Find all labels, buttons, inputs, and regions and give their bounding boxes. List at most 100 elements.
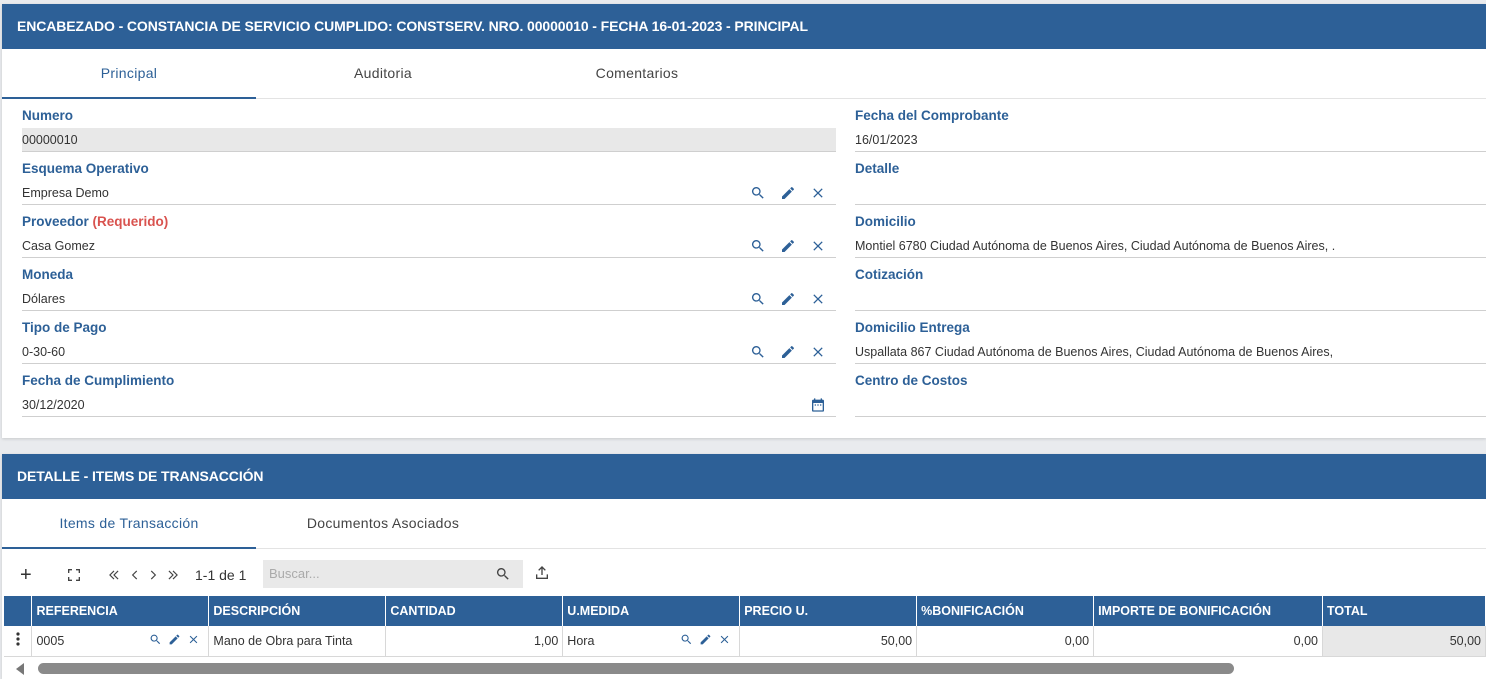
tipo-pago-value: 0-30-60 (22, 345, 66, 359)
domicilio-entrega-value: Uspallata 867 Ciudad Autónoma de Buenos … (855, 340, 1486, 364)
row-menu-icon[interactable] (4, 626, 33, 657)
moneda-label: Moneda (22, 267, 74, 282)
search-icon[interactable] (149, 633, 162, 646)
fecha-cumplimiento-field: Fecha de Cumplimiento 30/12/2020 (22, 369, 836, 422)
fecha-comprobante-value: 16/01/2023 (855, 128, 1486, 152)
total-cell: 50,00 (1322, 626, 1486, 657)
cantidad-cell[interactable]: 1,00 (385, 626, 564, 657)
tab-documentos-asociados[interactable]: Documentos Asociados (256, 499, 510, 549)
proveedor-label: Proveedor (Requerido) (22, 210, 836, 234)
header-panel-title: ENCABEZADO - CONSTANCIA DE SERVICIO CUMP… (2, 4, 1486, 49)
close-icon[interactable] (187, 633, 200, 646)
search-icon[interactable] (680, 633, 693, 646)
referencia-cell[interactable]: 0005 (31, 626, 210, 657)
proveedor-input[interactable]: Casa Gomez (22, 234, 836, 258)
proveedor-value: Casa Gomez (22, 239, 95, 253)
scroll-left-icon[interactable] (16, 663, 24, 675)
expand-icon[interactable] (66, 562, 82, 588)
domicilio-field: Domicilio Montiel 6780 Ciudad Autónoma d… (855, 210, 1486, 263)
header-panel: ENCABEZADO - CONSTANCIA DE SERVICIO CUMP… (2, 4, 1486, 438)
centro-costos-label: Centro de Costos (855, 373, 968, 388)
centro-costos-field: Centro de Costos (855, 369, 1486, 422)
export-icon[interactable] (534, 562, 550, 588)
add-button[interactable]: + (20, 562, 32, 588)
tab-items-transaccion[interactable]: Items de Transacción (2, 499, 256, 549)
tipo-pago-input[interactable]: 0-30-60 (22, 340, 836, 364)
items-grid: REFERENCIA DESCRIPCIÓN CANTIDAD U.MEDIDA… (4, 596, 1486, 657)
column-header[interactable]: PRECIO U. (739, 596, 918, 626)
tab-principal[interactable]: Principal (2, 49, 256, 99)
column-header[interactable]: IMPORTE DE BONIFICACIÓN (1093, 596, 1324, 626)
centro-costos-input[interactable] (855, 393, 1486, 417)
fecha-cumplimiento-input[interactable]: 30/12/2020 (22, 393, 836, 417)
column-header[interactable]: U.MEDIDA (562, 596, 741, 626)
esquema-value: Empresa Demo (22, 186, 109, 200)
detalle-input[interactable] (855, 181, 1486, 205)
tipo-pago-field: Tipo de Pago 0-30-60 (22, 316, 836, 369)
proveedor-label-text: Proveedor (22, 214, 89, 229)
moneda-value: Dólares (22, 292, 66, 306)
numero-label: Numero (22, 108, 74, 123)
search-icon[interactable] (748, 342, 768, 362)
importe-bonificacion-cell[interactable]: 0,00 (1093, 626, 1324, 657)
table-row[interactable]: 0005 Mano de Obra para Tinta 1,00 Hora 5… (4, 626, 1486, 657)
search-input[interactable]: Buscar... (263, 560, 523, 588)
grid-header-row: REFERENCIA DESCRIPCIÓN CANTIDAD U.MEDIDA… (4, 596, 1486, 626)
edit-icon[interactable] (778, 289, 798, 309)
close-icon[interactable] (808, 236, 828, 256)
cotizacion-input[interactable] (855, 287, 1486, 311)
first-page-icon[interactable] (107, 562, 121, 588)
tab-auditoria[interactable]: Auditoria (256, 49, 510, 99)
horizontal-scrollbar[interactable] (12, 660, 1486, 676)
fecha-cumplimiento-value: 30/12/2020 (22, 398, 85, 412)
detalle-label: Detalle (855, 161, 900, 176)
esquema-label: Esquema Operativo (22, 161, 149, 176)
required-badge: (Requerido) (92, 214, 169, 229)
moneda-input[interactable]: Dólares (22, 287, 836, 311)
pager-text: 1-1 de 1 (195, 567, 247, 583)
edit-icon[interactable] (699, 633, 712, 646)
tab-comentarios[interactable]: Comentarios (510, 49, 764, 99)
edit-icon[interactable] (778, 183, 798, 203)
esquema-input[interactable]: Empresa Demo (22, 181, 836, 205)
grid-toolbar: + 1-1 de 1 Buscar... (2, 554, 1486, 596)
calendar-icon[interactable] (808, 395, 828, 415)
close-icon[interactable] (808, 342, 828, 362)
column-header[interactable]: TOTAL (1322, 596, 1486, 626)
column-header[interactable]: CANTIDAD (385, 596, 564, 626)
domicilio-entrega-field: Domicilio Entrega Uspallata 867 Ciudad A… (855, 316, 1486, 369)
fecha-comprobante-label: Fecha del Comprobante (855, 108, 1009, 123)
proveedor-field: Proveedor (Requerido) Casa Gomez (22, 210, 836, 263)
next-page-icon[interactable] (146, 562, 160, 588)
column-header[interactable]: %BONIFICACIÓN (916, 596, 1095, 626)
column-header[interactable]: REFERENCIA (31, 596, 210, 626)
umedida-value: Hora (567, 633, 595, 648)
precio-cell[interactable]: 50,00 (739, 626, 918, 657)
close-icon[interactable] (718, 633, 731, 646)
close-icon[interactable] (808, 183, 828, 203)
umedida-cell[interactable]: Hora (562, 626, 741, 657)
cotizacion-field: Cotización (855, 263, 1486, 316)
search-icon[interactable] (495, 566, 511, 582)
header-tabs: Principal Auditoria Comentarios (2, 49, 1486, 99)
scroll-thumb[interactable] (38, 663, 1234, 674)
prev-page-icon[interactable] (128, 562, 142, 588)
edit-icon[interactable] (168, 633, 181, 646)
moneda-field: Moneda Dólares (22, 263, 836, 316)
last-page-icon[interactable] (166, 562, 180, 588)
close-icon[interactable] (808, 289, 828, 309)
search-placeholder: Buscar... (269, 566, 320, 581)
edit-icon[interactable] (778, 236, 798, 256)
cotizacion-label: Cotización (855, 267, 924, 282)
descripcion-cell[interactable]: Mano de Obra para Tinta (208, 626, 387, 657)
domicilio-entrega-label: Domicilio Entrega (855, 320, 970, 335)
search-icon[interactable] (748, 236, 768, 256)
column-header[interactable]: DESCRIPCIÓN (208, 596, 387, 626)
search-icon[interactable] (748, 183, 768, 203)
detail-panel-title: DETALLE - ITEMS DE TRANSACCIÓN (2, 454, 1486, 499)
bonificacion-cell[interactable]: 0,00 (916, 626, 1095, 657)
edit-icon[interactable] (778, 342, 798, 362)
fecha-cumplimiento-label: Fecha de Cumplimiento (22, 373, 175, 388)
referencia-value: 0005 (36, 633, 65, 648)
search-icon[interactable] (748, 289, 768, 309)
